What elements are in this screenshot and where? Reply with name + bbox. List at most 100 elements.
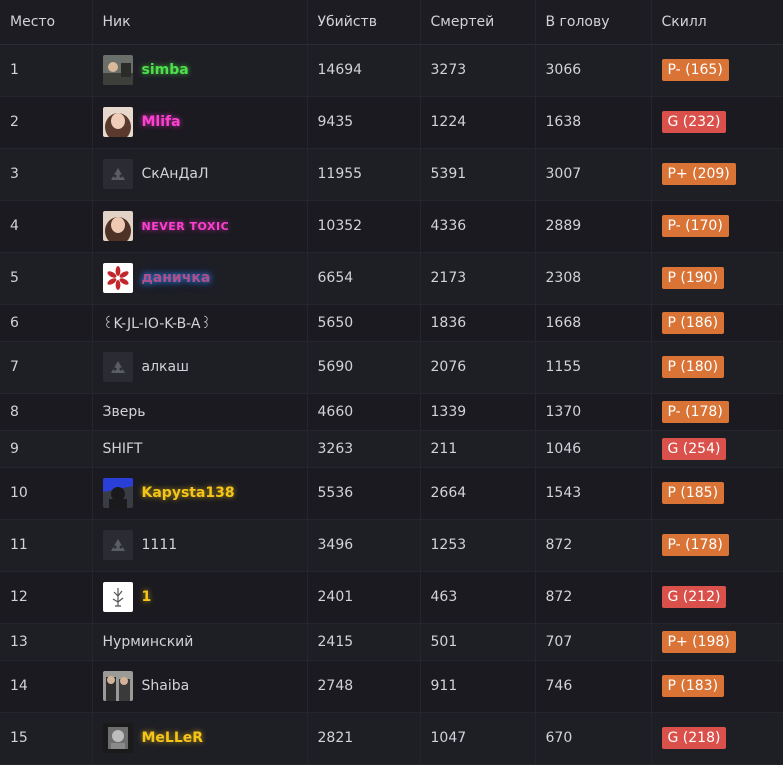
place-cell: 8: [0, 393, 93, 430]
player-name-link[interactable]: SHIFT: [103, 441, 143, 457]
place-cell: 1: [0, 44, 93, 96]
default-avatar-icon[interactable]: [102, 352, 133, 382]
place-cell: 2: [0, 96, 93, 148]
headshots-cell: 1638: [535, 96, 652, 148]
player-name-link[interactable]: simba: [142, 62, 189, 78]
headshots-cell: 746: [535, 660, 652, 712]
headshots-cell: 872: [535, 519, 652, 571]
deaths-cell: 1224: [420, 96, 536, 148]
table-row[interactable]: 11 1111 3496 1253 872 P- (178): [0, 519, 783, 571]
table-row[interactable]: 8 Зверь 4660 1339 1370 P- (178): [0, 393, 783, 430]
column-header-kills[interactable]: Убийств: [307, 0, 421, 44]
player-avatar[interactable]: [102, 55, 133, 85]
skill-badge: G (254): [661, 437, 727, 460]
table-row[interactable]: 10 Kapysta138 5536 2664 1543 P (185): [0, 467, 783, 519]
player-avatar[interactable]: [102, 107, 133, 137]
table-row[interactable]: 12 1 2401 463 872 G (212): [0, 571, 783, 623]
player-name-link[interactable]: Kapysta138: [142, 485, 235, 501]
player-name-link[interactable]: даничка: [142, 270, 211, 286]
flower-avatar-icon[interactable]: [102, 263, 133, 293]
skill-badge: P- (178): [661, 400, 729, 423]
deaths-cell: 463: [420, 571, 536, 623]
table-row[interactable]: 3 СкАнДаЛ 11955 5391 3007 P+ (209): [0, 148, 783, 200]
deaths-cell: 1836: [420, 304, 536, 341]
table-row[interactable]: 15 MeLLeR 2821 1047 670 G (218): [0, 712, 783, 764]
default-avatar-icon[interactable]: [102, 159, 133, 189]
player-name-link[interactable]: Нурминский: [103, 634, 194, 650]
player-name-link[interactable]: СкАнДаЛ: [142, 166, 209, 182]
headshots-cell: 1046: [535, 430, 652, 467]
kills-cell: 5650: [307, 304, 421, 341]
table-row[interactable]: 14 Shaiba 2748 911 746 P (183): [0, 660, 783, 712]
headshots-cell: 1370: [535, 393, 652, 430]
headshots-cell: 3066: [535, 44, 652, 96]
leaderboard-table: Место Ник Убийств Смертей В голову Скилл…: [0, 0, 783, 765]
table-row[interactable]: 1 simba 14694 3273 3066 P- (165): [0, 44, 783, 96]
skill-badge: P (183): [661, 675, 725, 697]
kills-cell: 14694: [307, 44, 421, 96]
table-row[interactable]: 13 Нурминский 2415 501 707 P+ (198): [0, 623, 783, 660]
skill-badge: P (190): [661, 267, 725, 289]
headshots-cell: 670: [535, 712, 652, 764]
skill-badge: G (218): [661, 727, 727, 749]
place-cell: 13: [0, 623, 93, 660]
player-name-link[interactable]: алкаш: [142, 359, 189, 375]
place-cell: 5: [0, 252, 93, 304]
kills-cell: 2401: [307, 571, 421, 623]
player-name-link[interactable]: NEVER TOXIC: [142, 220, 230, 233]
player-name-link[interactable]: Shaiba: [142, 678, 190, 694]
place-cell: 10: [0, 467, 93, 519]
kills-cell: 5536: [307, 467, 421, 519]
headshots-cell: 2308: [535, 252, 652, 304]
table-row[interactable]: 7 алкаш 5690 2076 1155 P (180): [0, 341, 783, 393]
deaths-cell: 1253: [420, 519, 536, 571]
kills-cell: 2821: [307, 712, 421, 764]
table-header-row: Место Ник Убийств Смертей В голову Скилл: [0, 0, 783, 44]
player-name-link[interactable]: Зверь: [103, 404, 146, 420]
kills-cell: 11955: [307, 148, 421, 200]
deaths-cell: 2173: [420, 252, 536, 304]
table-row[interactable]: 9 SHIFT 3263 211 1046 G (254): [0, 430, 783, 467]
place-cell: 3: [0, 148, 93, 200]
table-row[interactable]: 4 NEVER TOXIC 10352 4336 2889 P- (170): [0, 200, 783, 252]
player-name-link[interactable]: Mlifa: [142, 114, 181, 130]
headshots-cell: 3007: [535, 148, 652, 200]
player-avatar[interactable]: [102, 211, 133, 241]
player-avatar[interactable]: [102, 478, 133, 508]
player-avatar[interactable]: [102, 582, 133, 612]
kills-cell: 2748: [307, 660, 421, 712]
deaths-cell: 911: [420, 660, 536, 712]
player-avatar[interactable]: [102, 723, 133, 753]
column-header-deaths[interactable]: Смертей: [420, 0, 536, 44]
table-row[interactable]: 2 Mlifa 9435 1224 1638 G (232): [0, 96, 783, 148]
headshots-cell: 2889: [535, 200, 652, 252]
column-header-headshots[interactable]: В голову: [535, 0, 652, 44]
column-header-skill[interactable]: Скилл: [651, 0, 783, 44]
skill-badge: P+ (198): [661, 630, 736, 653]
skill-badge: P (180): [661, 356, 725, 378]
skill-badge: G (212): [661, 586, 727, 608]
headshots-cell: 1668: [535, 304, 652, 341]
default-avatar-icon[interactable]: [102, 530, 133, 560]
table-row[interactable]: 6 ꒰K-JL-IO-K-B-A꒱ 5650 1836 1668 P (186): [0, 304, 783, 341]
headshots-cell: 1543: [535, 467, 652, 519]
table-row[interactable]: 5 даничка 6654 2173 2308 P (190): [0, 252, 783, 304]
skill-badge: P- (165): [661, 59, 729, 81]
skill-badge: G (232): [661, 111, 727, 133]
player-name-link[interactable]: 1: [142, 589, 152, 605]
player-name-link[interactable]: ꒰K-JL-IO-K-B-A꒱: [103, 314, 212, 332]
kills-cell: 3263: [307, 430, 421, 467]
player-avatar[interactable]: [102, 671, 133, 701]
player-name-link[interactable]: 1111: [142, 537, 178, 553]
column-header-nick[interactable]: Ник: [92, 0, 308, 44]
player-name-link[interactable]: MeLLeR: [142, 730, 204, 746]
headshots-cell: 872: [535, 571, 652, 623]
skill-badge: P (186): [661, 311, 725, 334]
place-cell: 4: [0, 200, 93, 252]
deaths-cell: 2664: [420, 467, 536, 519]
deaths-cell: 2076: [420, 341, 536, 393]
deaths-cell: 1047: [420, 712, 536, 764]
kills-cell: 6654: [307, 252, 421, 304]
kills-cell: 4660: [307, 393, 421, 430]
column-header-place[interactable]: Место: [0, 0, 93, 44]
